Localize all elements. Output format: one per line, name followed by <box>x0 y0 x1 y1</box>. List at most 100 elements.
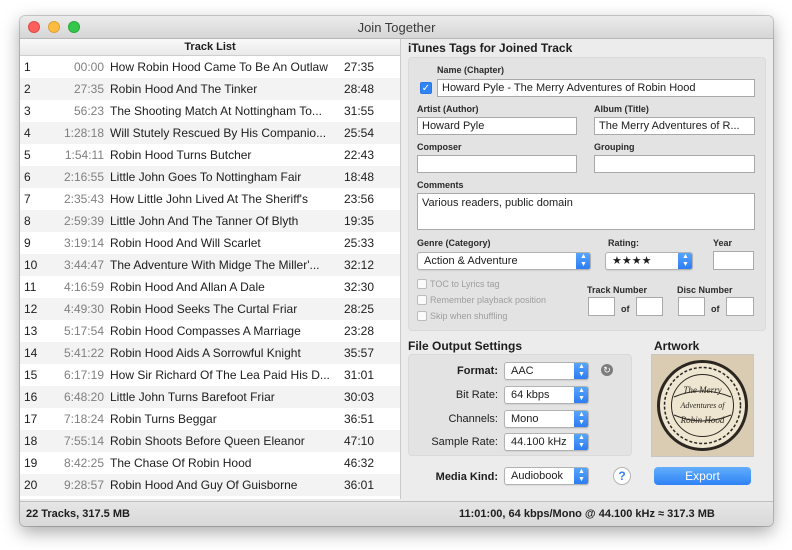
mediakind-value: Audiobook <box>511 470 563 482</box>
track-row[interactable]: 14 5:41:22 Robin Hood Aids A Sorrowful Kni… <box>20 342 400 364</box>
track-row[interactable]: 13 5:17:54 Robin Hood Compasses A Marriage… <box>20 320 400 342</box>
format-label: Format: <box>457 365 498 377</box>
chevron-updown-icon: ▲ ▼ <box>574 387 588 403</box>
track-title-cell: Robin Hood And The Tinker <box>110 82 258 96</box>
track-duration-cell: 23:56 <box>344 192 375 206</box>
track-start-cell: 5:41:22 <box>63 346 104 360</box>
name-field[interactable]: Howard Pyle - The Merry Adventures of Ro… <box>437 79 755 97</box>
composer-field[interactable] <box>417 155 577 173</box>
track-list-header[interactable]: Track List <box>20 39 400 56</box>
track-start-cell: 7:55:14 <box>63 434 104 448</box>
skip-shuffle-label: Skip when shuffling <box>430 311 508 321</box>
toc-checkbox[interactable] <box>417 279 427 289</box>
track-title-cell: Robin Hood And Allan A Dale <box>110 280 265 294</box>
grouping-field[interactable] <box>594 155 755 173</box>
track-start-cell: 00:00 <box>73 60 104 74</box>
track-start-cell: 9:28:57 <box>63 478 104 492</box>
track-title-cell: The Shooting Match At Nottingham To... <box>110 104 322 118</box>
track-start-cell: 7:18:24 <box>63 412 104 426</box>
track-duration-cell: 36:51 <box>344 412 375 426</box>
genre-label: Genre (Category) <box>417 238 491 248</box>
album-field[interactable]: The Merry Adventures of R... <box>594 117 755 135</box>
track-start-cell: 6:17:19 <box>63 368 104 382</box>
track-duration-cell: 28:25 <box>344 302 375 316</box>
comments-label: Comments <box>417 180 464 190</box>
track-row[interactable]: 11 4:16:59 Robin Hood And Allan A Dale 32:3… <box>20 276 400 298</box>
channels-value: Mono <box>511 413 539 425</box>
channels-popup[interactable]: Mono ▲ ▼ <box>504 410 589 428</box>
track-title-cell: The Adventure With Midge The Miller'... <box>110 258 320 272</box>
disc-number-field[interactable] <box>678 297 705 316</box>
remember-position-label: Remember playback position <box>430 295 547 305</box>
mediakind-popup[interactable]: Audiobook ▲ ▼ <box>504 467 589 485</box>
status-bar: 22 Tracks, 317.5 MB 11:01:00, 64 kbps/Mo… <box>20 501 773 526</box>
track-row[interactable]: 7 2:35:43 How Little John Lived At The She… <box>20 188 400 210</box>
track-duration-cell: 31:55 <box>344 104 375 118</box>
track-row[interactable]: 8 2:59:39 Little John And The Tanner Of Bl… <box>20 210 400 232</box>
help-button[interactable]: ? <box>613 467 631 485</box>
track-row[interactable]: 3 56:23 The Shooting Match At Nottingham T… <box>20 100 400 122</box>
track-row[interactable]: 9 3:19:14 Robin Hood And Will Scarlet 25:33 <box>20 232 400 254</box>
disc-number-label: Disc Number <box>677 285 733 295</box>
chevron-updown-icon: ▲ ▼ <box>678 253 692 269</box>
refresh-icon[interactable]: ↻ <box>601 364 613 376</box>
track-row[interactable]: 5 1:54:11 Robin Hood Turns Butcher 22:43 <box>20 144 400 166</box>
track-number-field[interactable] <box>588 297 615 316</box>
track-title-cell: Little John Goes To Nottingham Fair <box>110 170 302 184</box>
track-row[interactable]: 6 2:16:55 Little John Goes To Nottingham F… <box>20 166 400 188</box>
track-row[interactable]: 12 4:49:30 Robin Hood Seeks The Curtal Fri… <box>20 298 400 320</box>
track-row[interactable]: 4 1:28:18 Will Stutely Rescued By His Comp… <box>20 122 400 144</box>
track-row[interactable]: 19 8:42:25 The Chase Of Robin Hood 46:32 <box>20 452 400 474</box>
artwork-text-line1: The Merry <box>683 385 721 395</box>
track-title-cell: How Little John Lived At The Sheriff's <box>110 192 308 206</box>
track-row[interactable]: 20 9:28:57 Robin Hood And Guy Of Guisborne… <box>20 474 400 496</box>
track-start-cell: 5:17:54 <box>63 324 104 338</box>
track-duration-cell: 47:10 <box>344 434 375 448</box>
samplerate-popup[interactable]: 44.100 kHz ▲ ▼ <box>504 433 589 451</box>
track-start-cell: 3:19:14 <box>63 236 104 250</box>
track-row[interactable]: 1 00:00 How Robin Hood Came To Be An Outla… <box>20 56 400 78</box>
track-start-cell: 2:59:39 <box>63 214 104 228</box>
track-duration-cell: 46:32 <box>344 456 375 470</box>
track-total-field[interactable] <box>636 297 663 316</box>
title-bar[interactable]: Join Together <box>20 16 773 39</box>
artwork-well[interactable]: The Merry Adventures of Robin Hood <box>651 354 754 457</box>
year-field[interactable] <box>713 251 754 270</box>
track-list-panel[interactable]: Track List 1 00:00 How Robin Hood Came To … <box>20 39 401 499</box>
track-duration-cell: 25:54 <box>344 126 375 140</box>
format-popup[interactable]: AAC ▲ ▼ <box>504 362 589 380</box>
bitrate-label: Bit Rate: <box>455 389 498 401</box>
chevron-updown-icon: ▲ ▼ <box>574 434 588 450</box>
remember-position-checkbox[interactable] <box>417 295 427 305</box>
track-row[interactable]: 16 6:48:20 Little John Turns Barefoot Fria… <box>20 386 400 408</box>
track-duration-cell: 32:30 <box>344 280 375 294</box>
track-list-rows[interactable]: 1 00:00 How Robin Hood Came To Be An Outla… <box>20 56 400 496</box>
track-title-cell: Little John Turns Barefoot Friar <box>110 390 275 404</box>
rating-label: Rating: <box>608 238 639 248</box>
track-start-cell: 56:23 <box>73 104 104 118</box>
track-start-cell: 27:35 <box>73 82 104 96</box>
track-title-cell: How Robin Hood Came To Be An Outlaw <box>110 60 328 74</box>
export-button[interactable]: Export <box>654 467 751 485</box>
output-section-title: File Output Settings <box>408 339 522 353</box>
track-row[interactable]: 15 6:17:19 How Sir Richard Of The Lea Paid… <box>20 364 400 386</box>
genre-popup[interactable]: Action & Adventure ▲ ▼ <box>417 252 591 270</box>
track-title-cell: How Sir Richard Of The Lea Paid His D... <box>110 368 330 382</box>
comments-field[interactable]: Various readers, public domain <box>417 193 755 230</box>
disc-total-field[interactable] <box>726 297 754 316</box>
track-row[interactable]: 18 7:55:14 Robin Shoots Before Queen Elean… <box>20 430 400 452</box>
bitrate-popup[interactable]: 64 kbps ▲ ▼ <box>504 386 589 404</box>
track-title-cell: The Chase Of Robin Hood <box>110 456 252 470</box>
rating-popup[interactable]: ★★★★ ▲ ▼ <box>605 252 693 270</box>
track-row[interactable]: 17 7:18:24 Robin Turns Beggar 36:51 <box>20 408 400 430</box>
skip-shuffle-checkbox[interactable] <box>417 311 427 321</box>
artist-field[interactable]: Howard Pyle <box>417 117 577 135</box>
track-start-cell: 4:49:30 <box>63 302 104 316</box>
app-window: Join Together Track List 1 00:00 How Robin… <box>20 16 773 526</box>
track-row[interactable]: 10 3:44:47 The Adventure With Midge The Mi… <box>20 254 400 276</box>
track-row[interactable]: 2 27:35 Robin Hood And The Tinker 28:48 <box>20 78 400 100</box>
track-start-cell: 3:44:47 <box>63 258 104 272</box>
name-checkbox[interactable]: ✓ <box>420 82 432 94</box>
track-start-cell: 1:28:18 <box>63 126 104 140</box>
track-title-cell: Robin Shoots Before Queen Eleanor <box>110 434 305 448</box>
